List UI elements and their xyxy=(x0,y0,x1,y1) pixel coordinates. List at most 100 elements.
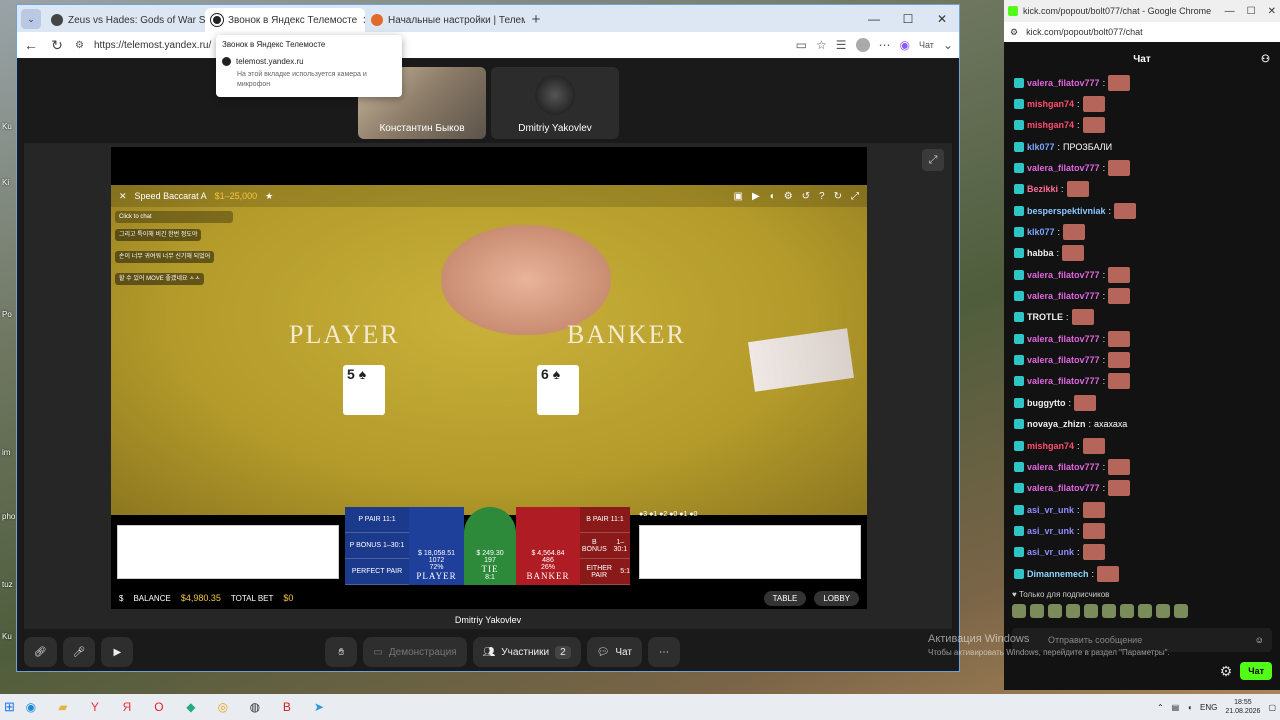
chat-username[interactable]: klk077 xyxy=(1027,142,1055,152)
perfect-pair-bet[interactable]: PERFECT PAIR xyxy=(345,559,409,585)
fullscreen-icon[interactable]: ⤢ xyxy=(851,191,859,202)
p-bonus-bet[interactable]: P BONUS 1–30:1 xyxy=(345,533,409,559)
participants-button[interactable]: 👥︎ Участники 2 xyxy=(472,637,581,667)
chat-username[interactable]: Bezikki xyxy=(1027,184,1058,194)
tab-list-button[interactable]: ⌄ xyxy=(21,9,41,29)
help-icon[interactable]: ? xyxy=(819,191,825,202)
player-bet[interactable]: $ 18,058.51 1072 72% PLAYER xyxy=(409,507,464,585)
more-button[interactable]: ⋯ xyxy=(647,637,680,667)
chat-button[interactable]: 💬︎ Чат xyxy=(586,637,642,667)
minimize-icon[interactable]: — xyxy=(857,12,891,26)
chat-url[interactable]: kick.com/popout/bolt077/chat xyxy=(1026,27,1143,37)
either-pair-bet[interactable]: EITHER PAIR 5:1 xyxy=(580,559,630,585)
tab-zeus[interactable]: Zeus vs Hades: Gods of War Slot | ✕ xyxy=(45,8,205,32)
chat-username[interactable]: habba xyxy=(1027,248,1054,258)
chat-username[interactable]: Dimannemech xyxy=(1027,569,1089,579)
emote-icon[interactable] xyxy=(1084,604,1098,618)
star-icon[interactable]: ★ xyxy=(265,191,273,202)
chat-username[interactable]: novaya_zhizn xyxy=(1027,419,1086,429)
star-icon[interactable]: ☆ xyxy=(816,38,827,52)
opera-icon[interactable]: O xyxy=(149,700,169,714)
microphone-button[interactable]: 🎤︎ xyxy=(62,637,96,667)
tab-telemost-call[interactable]: Звонок в Яндекс Телемосте ✕ xyxy=(205,8,365,32)
desktop-icon-label[interactable]: Po xyxy=(2,310,12,319)
b-bonus-bet[interactable]: B BONUS 1–30:1 xyxy=(580,533,630,559)
chat-icon[interactable]: ▣ xyxy=(733,191,742,202)
emote-icon[interactable] xyxy=(1120,604,1134,618)
b-pair-bet[interactable]: B PAIR 11:1 xyxy=(580,507,630,533)
chat-username[interactable]: asi_vr_unk xyxy=(1027,547,1074,557)
emote-icon[interactable] xyxy=(1156,604,1170,618)
notifications-icon[interactable]: ▢ xyxy=(1268,703,1276,712)
settings-icon[interactable]: ⚙ xyxy=(784,191,793,202)
chat-username[interactable]: asi_vr_unk xyxy=(1027,526,1074,536)
chat-username[interactable]: valera_filatov777 xyxy=(1027,376,1100,386)
raise-hand-button[interactable]: ✋︎ xyxy=(325,637,358,667)
banker-bet[interactable]: $ 4,564.84 486 26% BANKER xyxy=(516,507,580,585)
chevron-up-icon[interactable]: ⌃ xyxy=(1157,703,1164,712)
video-icon[interactable]: ▶ xyxy=(752,191,760,202)
tab-telemost-settings[interactable]: Начальные настройки | Телемост ✕ xyxy=(365,8,525,32)
windows-start-icon[interactable]: ⊞ xyxy=(4,699,15,715)
copilot-icon[interactable]: ◉ xyxy=(900,38,910,52)
folder-icon[interactable]: ▰ xyxy=(53,700,73,714)
chrome-icon[interactable]: ◎ xyxy=(213,700,233,714)
chat-username[interactable]: besperspektivniak xyxy=(1027,206,1106,216)
reload-icon[interactable]: ↻ xyxy=(49,37,65,54)
p-pair-bet[interactable]: P PAIR 11:1 xyxy=(345,507,409,533)
volume-icon[interactable]: ◖ xyxy=(1187,703,1192,712)
yandex-icon[interactable]: Я xyxy=(117,700,137,714)
network-icon[interactable]: ▤ xyxy=(1172,703,1180,712)
new-tab-button[interactable]: + xyxy=(525,11,547,28)
desktop-icon-label[interactable]: Ki xyxy=(2,178,9,187)
chat-username[interactable]: valera_filatov777 xyxy=(1027,78,1100,88)
yandex-browser-icon[interactable]: Y xyxy=(85,700,105,714)
obs-icon[interactable]: ◍ xyxy=(245,700,265,714)
emote-icon[interactable] xyxy=(1012,604,1026,618)
chat-username[interactable]: valera_filatov777 xyxy=(1027,291,1100,301)
chat-username[interactable]: mishgan74 xyxy=(1027,441,1074,451)
desktop-icon-label[interactable]: Ku xyxy=(2,122,12,131)
address-bar[interactable]: https://telemost.yandex.ru/ xyxy=(94,40,786,51)
emoji-icon[interactable]: ☺ xyxy=(1255,635,1264,645)
invite-link-button[interactable]: 🔗︎ xyxy=(24,637,57,667)
site-info-icon[interactable]: ⚙ xyxy=(75,40,84,51)
language-indicator[interactable]: ENG xyxy=(1200,703,1217,712)
back-icon[interactable]: ← xyxy=(23,37,39,53)
emote-icon[interactable] xyxy=(1066,604,1080,618)
desktop-icon-label[interactable]: im xyxy=(2,448,10,457)
chat-username[interactable]: valera_filatov777 xyxy=(1027,355,1100,365)
fullscreen-icon[interactable]: ⤢ xyxy=(922,149,944,171)
chat-username[interactable]: valera_filatov777 xyxy=(1027,163,1100,173)
emote-icon[interactable] xyxy=(1048,604,1062,618)
chat-username[interactable]: klk077 xyxy=(1027,227,1055,237)
users-icon[interactable]: ⚇ xyxy=(1261,54,1270,65)
lobby-button[interactable]: LOBBY xyxy=(814,590,859,606)
chat-username[interactable]: mishgan74 xyxy=(1027,99,1074,109)
minimize-icon[interactable]: — xyxy=(1225,6,1235,17)
participant-tile[interactable]: Dmitriy Yakovlev xyxy=(491,67,619,139)
close-window-icon[interactable]: ✕ xyxy=(1268,6,1276,17)
edge-icon[interactable]: ◉ xyxy=(21,700,41,714)
camera-button[interactable]: ▶ xyxy=(101,637,134,667)
reload-icon[interactable]: ↻ xyxy=(834,191,842,202)
telegram-icon[interactable]: ➤ xyxy=(309,700,329,714)
chevron-down-icon[interactable]: ⌄ xyxy=(943,38,953,52)
more-icon[interactable]: ⋯ xyxy=(879,38,891,52)
chat-hint[interactable]: Click to chat xyxy=(115,211,233,223)
chat-username[interactable]: valera_filatov777 xyxy=(1027,462,1100,472)
clock[interactable]: 18:55 21.08.2026 xyxy=(1225,698,1260,716)
send-chat-button[interactable]: Чат xyxy=(1240,662,1272,680)
avatar[interactable] xyxy=(855,38,870,52)
site-info-icon[interactable]: ⚙ xyxy=(1010,27,1018,38)
chat-username[interactable]: valera_filatov777 xyxy=(1027,270,1100,280)
close-window-icon[interactable]: ✕ xyxy=(925,12,959,26)
favorites-icon[interactable]: ☰ xyxy=(836,38,847,52)
maximize-icon[interactable]: ☐ xyxy=(1247,6,1256,17)
chat-username[interactable]: buggytto xyxy=(1027,398,1066,408)
chat-username[interactable]: valera_filatov777 xyxy=(1027,334,1100,344)
emote-icon[interactable] xyxy=(1138,604,1152,618)
desktop-icon-label[interactable]: pho xyxy=(2,512,15,521)
close-icon[interactable]: ✕ xyxy=(119,191,127,202)
emote-icon[interactable] xyxy=(1102,604,1116,618)
